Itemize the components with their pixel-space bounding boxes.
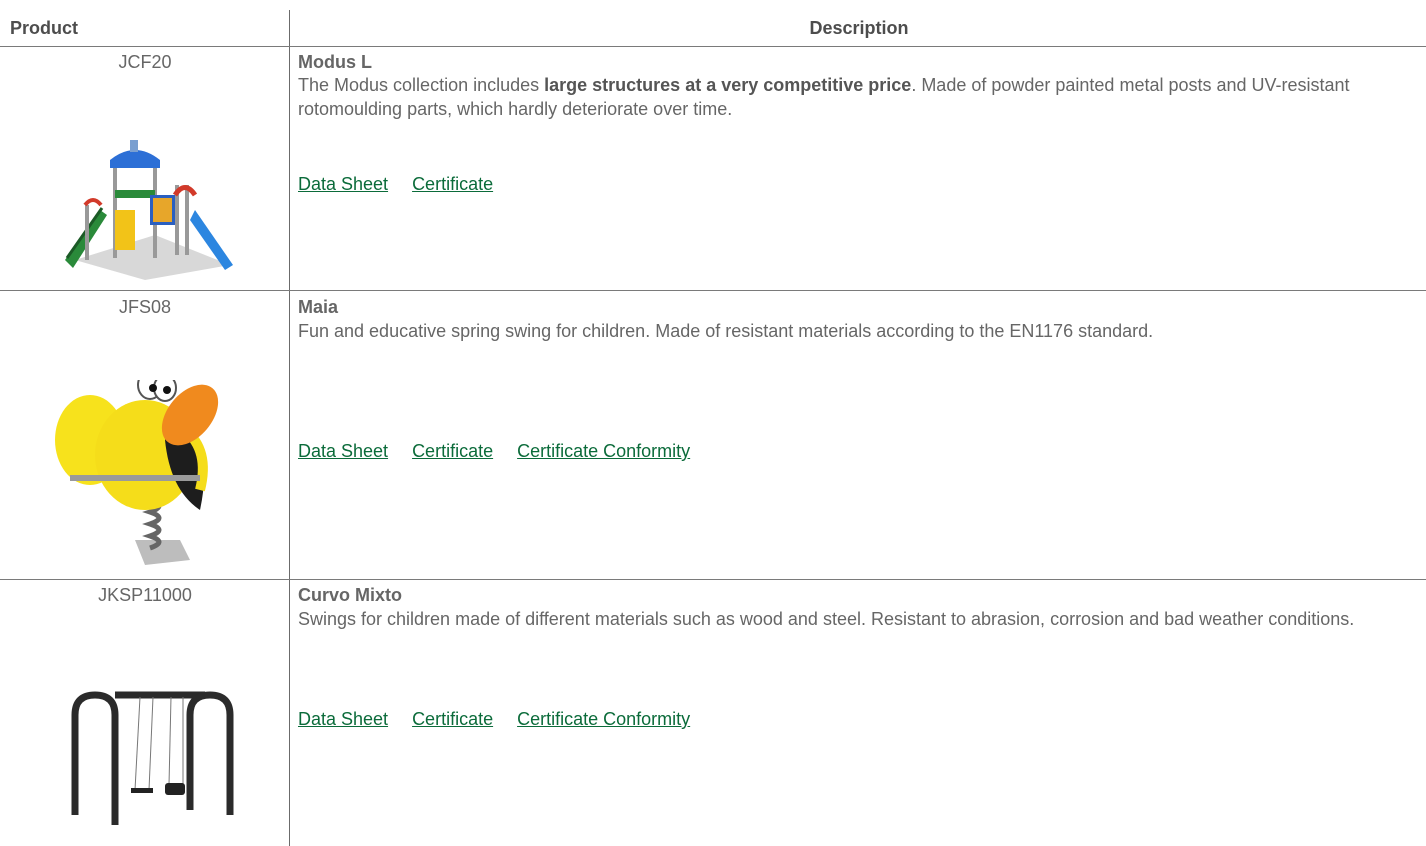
product-name: Maia (298, 297, 339, 317)
product-links: Data Sheet Certificate (298, 174, 517, 195)
product-description: Swings for children made of different ma… (298, 609, 1355, 629)
data-sheet-link[interactable]: Data Sheet (298, 441, 388, 461)
product-name: Modus L (298, 52, 372, 72)
data-sheet-link[interactable]: Data Sheet (298, 174, 388, 194)
column-header-description: Description (809, 18, 909, 38)
header-divider (0, 46, 1426, 47)
certificate-link[interactable]: Certificate (412, 709, 493, 729)
product-description: Fun and educative spring swing for child… (298, 321, 1154, 341)
row-divider (0, 290, 1426, 291)
column-header-product: Product (10, 18, 79, 38)
bee-spring-rider-image[interactable] (50, 380, 240, 570)
playground-structure-image[interactable] (55, 140, 235, 280)
product-links: Data Sheet Certificate Certificate Conform… (298, 441, 714, 462)
product-code: JFS08 (118, 297, 172, 317)
description-highlight: large structures at a very competitive p… (544, 75, 912, 95)
data-sheet-link[interactable]: Data Sheet (298, 709, 388, 729)
product-description: The Modus collection includes large stru… (298, 73, 1413, 121)
product-name: Curvo Mixto (298, 585, 403, 605)
certificate-link[interactable]: Certificate (412, 174, 493, 194)
certificate-link[interactable]: Certificate (412, 441, 493, 461)
certificate-conformity-link[interactable]: Certificate Conformity (517, 709, 690, 729)
product-code: JKSP11000 (98, 585, 192, 605)
row-divider (0, 579, 1426, 580)
certificate-conformity-link[interactable]: Certificate Conformity (517, 441, 690, 461)
description-text: The Modus collection includes (298, 75, 545, 95)
product-links: Data Sheet Certificate Certificate Conform… (298, 709, 714, 730)
column-divider (289, 10, 290, 846)
table-header: Product Description (0, 0, 1426, 46)
swing-set-image[interactable] (65, 675, 240, 830)
product-code: JCF20 (118, 52, 172, 72)
